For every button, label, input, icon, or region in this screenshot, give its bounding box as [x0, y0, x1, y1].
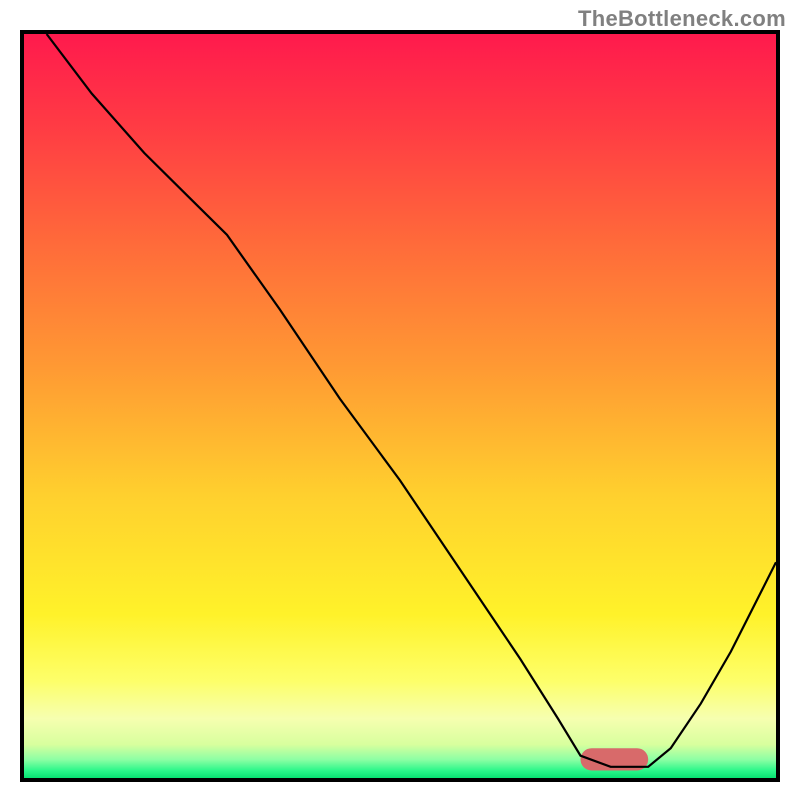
watermark-text: TheBottleneck.com: [578, 6, 786, 32]
chart-svg: [24, 34, 776, 778]
plot-area: [20, 30, 780, 782]
